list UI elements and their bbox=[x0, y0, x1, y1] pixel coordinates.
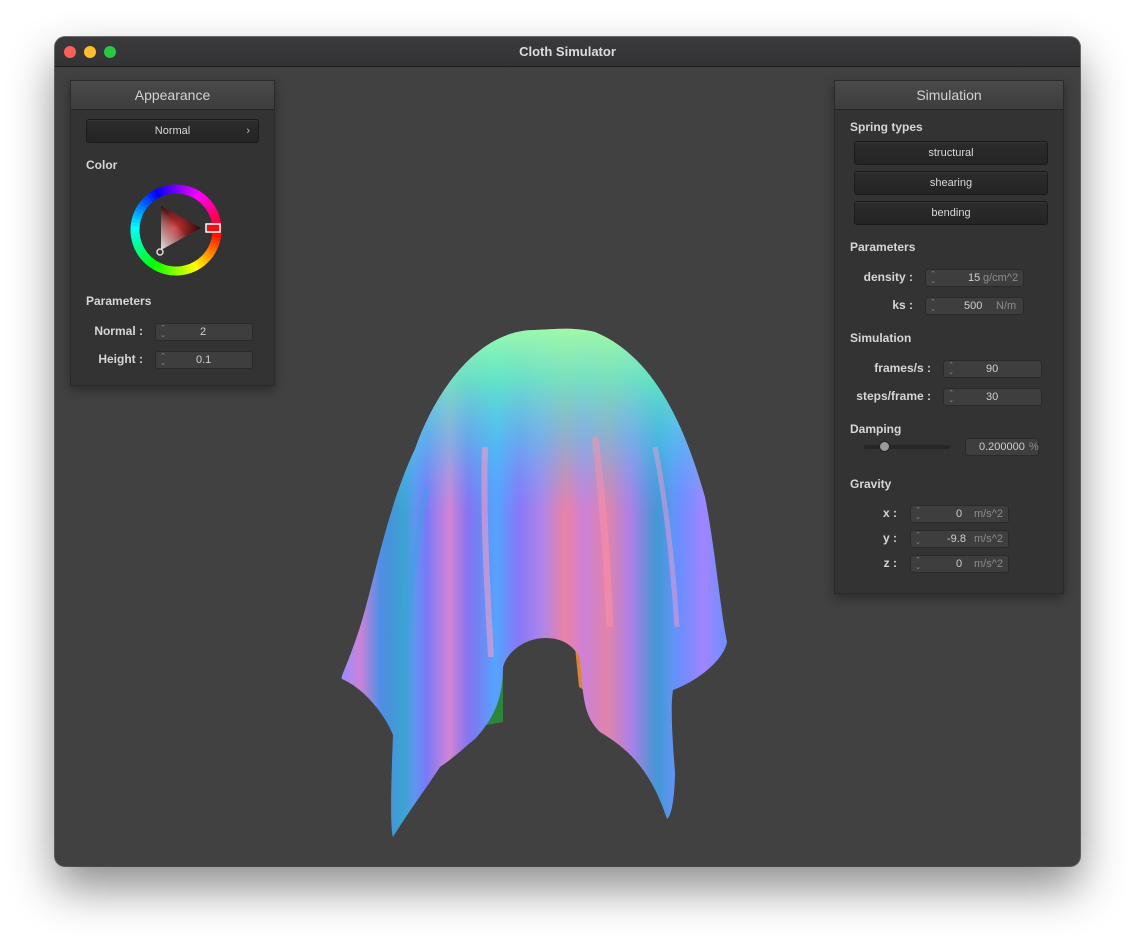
gravity-z-label: z : bbox=[883, 556, 897, 570]
spinner-icon[interactable]: ⌃ ⌄ bbox=[160, 325, 166, 339]
normal-label: Normal : bbox=[94, 324, 143, 338]
gravity-z-unit: m/s^2 bbox=[974, 558, 1003, 570]
gravity-x-label: x : bbox=[882, 506, 897, 520]
window-title: Cloth Simulator bbox=[519, 44, 616, 59]
structural-button[interactable]: structural bbox=[854, 141, 1048, 165]
steps-value: 30 bbox=[986, 391, 999, 403]
damping-slider-handle[interactable] bbox=[879, 441, 890, 452]
height-value: 0.1 bbox=[196, 354, 212, 366]
gravity-y-value: -9.8 bbox=[947, 533, 966, 545]
fps-input[interactable]: ⌃ ⌄ 90 bbox=[943, 360, 1042, 378]
simulation-panel: Simulation Spring types structural shear… bbox=[834, 80, 1064, 594]
gravity-z-value: 0 bbox=[956, 558, 963, 570]
density-unit: g/cm^2 bbox=[983, 272, 1019, 284]
color-wheel[interactable] bbox=[128, 182, 224, 278]
gravity-label: Gravity bbox=[850, 477, 892, 491]
density-label: density : bbox=[863, 270, 913, 284]
color-label: Color bbox=[86, 158, 118, 172]
density-input[interactable]: ⌃ ⌄ 15 g/cm^2 bbox=[925, 269, 1024, 287]
normal-value: 2 bbox=[200, 326, 207, 338]
chevron-right-icon: › bbox=[246, 125, 250, 137]
density-value: 15 bbox=[968, 272, 981, 284]
spinner-icon[interactable]: ⌃ ⌄ bbox=[948, 362, 954, 376]
spinner-icon[interactable]: ⌃ ⌄ bbox=[930, 299, 936, 313]
spinner-icon[interactable]: ⌃ ⌄ bbox=[948, 390, 954, 404]
ks-value: 500 bbox=[964, 300, 983, 312]
damping-slider[interactable] bbox=[864, 441, 950, 452]
damping-input[interactable]: 0.200000 % bbox=[965, 438, 1039, 456]
damping-unit: % bbox=[1029, 441, 1039, 453]
title-bar: Cloth Simulator bbox=[55, 37, 1080, 67]
appearance-parameters-label: Parameters bbox=[86, 294, 152, 308]
damping-value: 0.200000 bbox=[979, 441, 1025, 453]
spinner-icon[interactable]: ⌃ ⌄ bbox=[915, 507, 921, 521]
spring-types-label: Spring types bbox=[850, 120, 923, 134]
gravity-y-label: y : bbox=[882, 531, 897, 545]
normal-input[interactable]: ⌃ ⌄ 2 bbox=[155, 323, 253, 341]
ks-input[interactable]: ⌃ ⌄ 500 N/m bbox=[925, 297, 1024, 315]
spinner-icon[interactable]: ⌃ ⌄ bbox=[930, 271, 936, 285]
ks-label: ks : bbox=[892, 298, 913, 312]
steps-label: steps/frame : bbox=[856, 389, 931, 403]
shader-select[interactable]: Normal › bbox=[86, 119, 259, 143]
spinner-icon[interactable]: ⌃ ⌄ bbox=[160, 353, 166, 367]
spinner-icon[interactable]: ⌃ ⌄ bbox=[915, 532, 921, 546]
gravity-z-input[interactable]: ⌃ ⌄ 0 m/s^2 bbox=[910, 555, 1009, 573]
height-label: Height : bbox=[98, 352, 143, 366]
simulation-header[interactable]: Simulation bbox=[835, 81, 1063, 110]
gravity-x-value: 0 bbox=[956, 508, 963, 520]
gravity-y-unit: m/s^2 bbox=[974, 533, 1003, 545]
appearance-panel: Appearance Normal › Color Parameters Nor… bbox=[70, 80, 275, 386]
ks-unit: N/m bbox=[996, 300, 1017, 312]
spinner-icon[interactable]: ⌃ ⌄ bbox=[915, 557, 921, 571]
fps-label: frames/s : bbox=[874, 361, 931, 375]
fps-value: 90 bbox=[986, 363, 999, 375]
shearing-button[interactable]: shearing bbox=[854, 171, 1048, 195]
render-viewport[interactable]: Appearance Normal › Color Parameters Nor… bbox=[55, 67, 1080, 866]
app-window: Cloth Simulator Appearance Normal › Colo… bbox=[55, 37, 1080, 866]
gravity-x-input[interactable]: ⌃ ⌄ 0 m/s^2 bbox=[910, 505, 1009, 523]
height-input[interactable]: ⌃ ⌄ 0.1 bbox=[155, 351, 253, 369]
gravity-y-input[interactable]: ⌃ ⌄ -9.8 m/s^2 bbox=[910, 530, 1009, 548]
simulation-section-label: Simulation bbox=[850, 331, 912, 345]
bending-button[interactable]: bending bbox=[854, 201, 1048, 225]
steps-input[interactable]: ⌃ ⌄ 30 bbox=[943, 388, 1042, 406]
appearance-header[interactable]: Appearance bbox=[71, 81, 274, 110]
damping-label: Damping bbox=[850, 422, 902, 436]
sim-parameters-label: Parameters bbox=[850, 240, 916, 254]
shader-select-value: Normal bbox=[154, 125, 191, 137]
gravity-x-unit: m/s^2 bbox=[974, 508, 1003, 520]
